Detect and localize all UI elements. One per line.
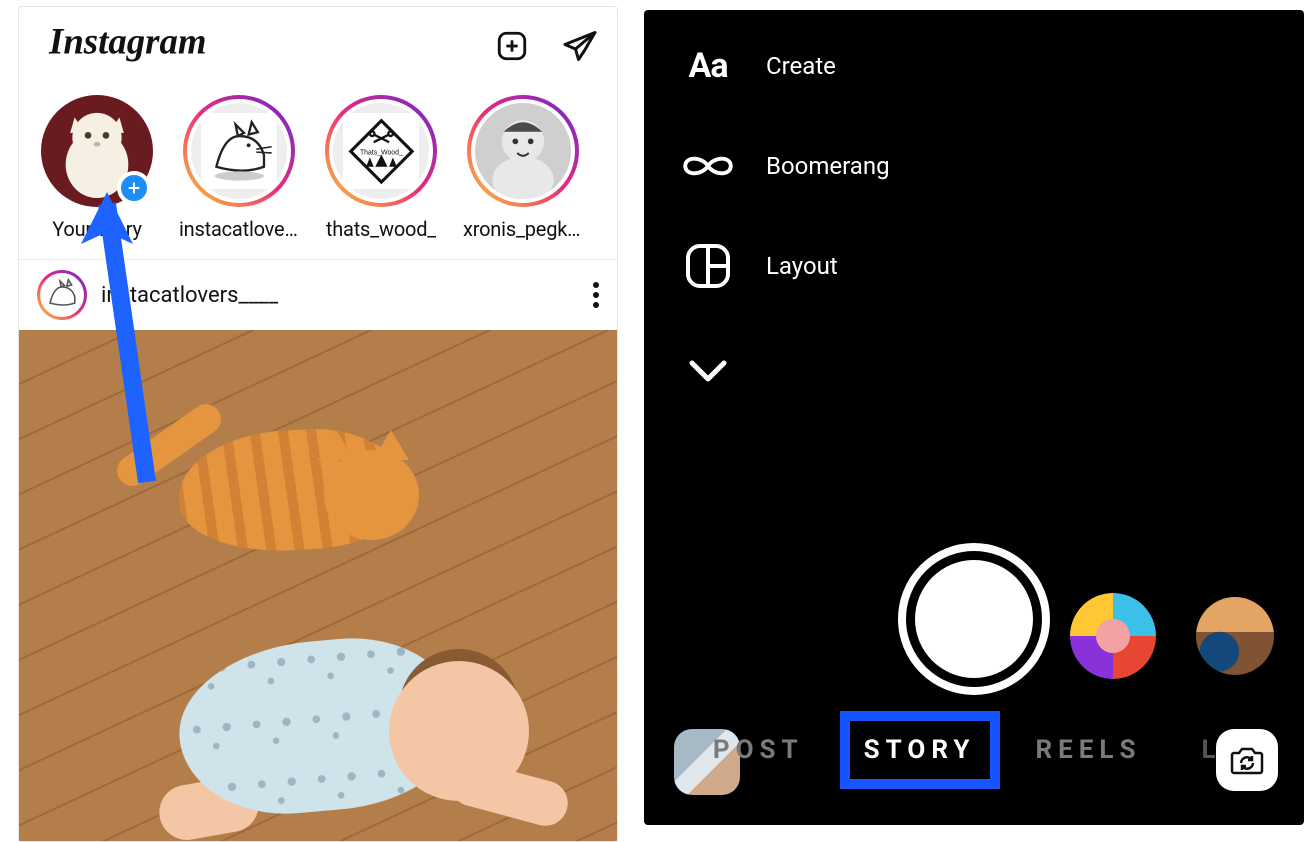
effect-picker[interactable] [1070, 593, 1156, 679]
tool-layout[interactable]: Layout [680, 238, 890, 294]
mode-story[interactable]: STORY [846, 717, 994, 783]
post-username[interactable]: instacatlovers____ [101, 283, 278, 308]
flip-camera-button[interactable] [1216, 729, 1278, 791]
post-header: instacatlovers____ [19, 260, 617, 330]
instagram-logo: Instagram [37, 20, 237, 72]
create-text-icon: Aa [680, 38, 736, 94]
story-label: thats_wood_ [326, 217, 436, 241]
story-label: xronis_pegk_… [463, 217, 583, 241]
story-item-your-story[interactable]: Your Story [37, 95, 157, 241]
messages-icon[interactable] [561, 27, 599, 65]
shutter-button[interactable] [898, 543, 1050, 695]
story-item[interactable]: xronis_pegk_… [463, 95, 583, 241]
tools-expand[interactable] [680, 344, 890, 400]
svg-text:Instagram: Instagram [48, 21, 206, 62]
mode-reels[interactable]: REELS [1018, 717, 1160, 783]
story-camera-screen: Aa Create Boomerang Layout [644, 10, 1304, 825]
tool-label: Boomerang [766, 152, 890, 180]
mode-post[interactable]: POST [695, 717, 822, 783]
tool-create[interactable]: Aa Create [680, 38, 890, 94]
new-post-icon[interactable] [493, 27, 531, 65]
effect-preset-thumb[interactable] [1196, 597, 1274, 675]
tool-label: Layout [766, 252, 838, 280]
camera-bottom-bar: POST STORY REELS LI [644, 725, 1304, 801]
story-label: instacatlovers… [179, 217, 299, 241]
story-item[interactable]: instacatlovers… [179, 95, 299, 241]
post-image[interactable] [19, 330, 617, 841]
your-story-avatar [41, 95, 153, 207]
story-item[interactable]: Thats_Wood_ thats_wood_ [321, 95, 441, 241]
tool-boomerang[interactable]: Boomerang [680, 138, 890, 194]
camera-tools: Aa Create Boomerang Layout [680, 38, 890, 400]
post-author-avatar[interactable] [37, 270, 87, 320]
flip-camera-icon [1228, 743, 1266, 777]
add-story-badge-icon [117, 171, 151, 205]
feed-header: Instagram [19, 7, 617, 85]
instagram-feed-screen: Instagram [18, 6, 618, 842]
boomerang-icon [680, 138, 736, 194]
capture-modes: POST STORY REELS LI [644, 717, 1304, 783]
layout-icon [680, 238, 736, 294]
story-label: Your Story [52, 217, 142, 241]
post-more-options-icon[interactable] [593, 282, 599, 308]
stories-strip: Your Story instacatlovers… [19, 85, 617, 260]
chevron-down-icon [680, 344, 736, 400]
tool-label: Create [766, 52, 836, 80]
